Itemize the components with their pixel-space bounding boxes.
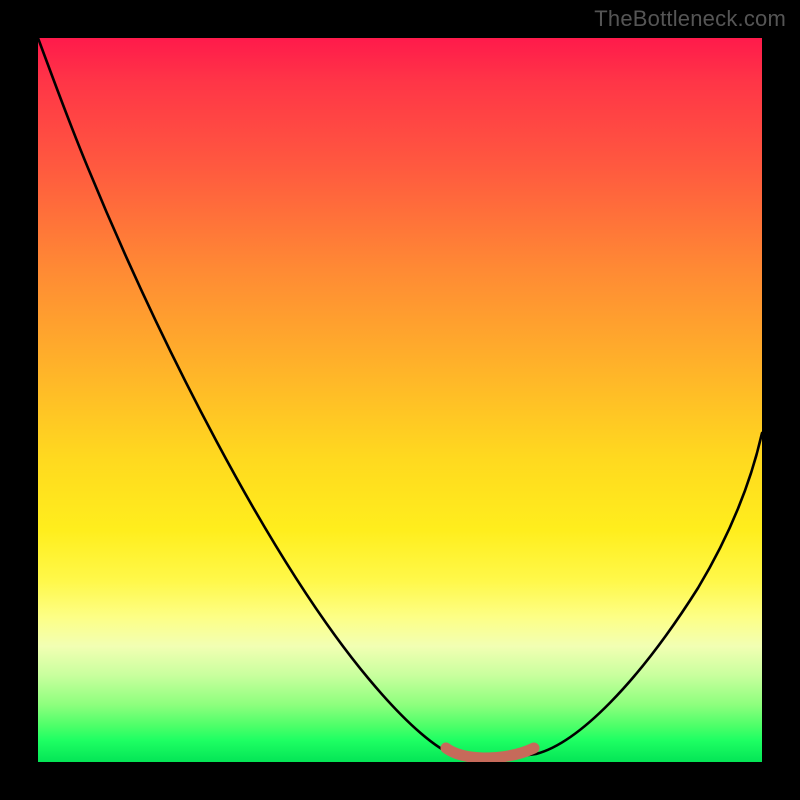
- optimal-band-marker-line: [446, 748, 534, 758]
- curve-svg: [38, 38, 762, 762]
- plot-area: [38, 38, 762, 762]
- chart-frame: TheBottleneck.com: [0, 0, 800, 800]
- bottleneck-curve-line: [38, 38, 762, 757]
- watermark-text: TheBottleneck.com: [594, 6, 786, 32]
